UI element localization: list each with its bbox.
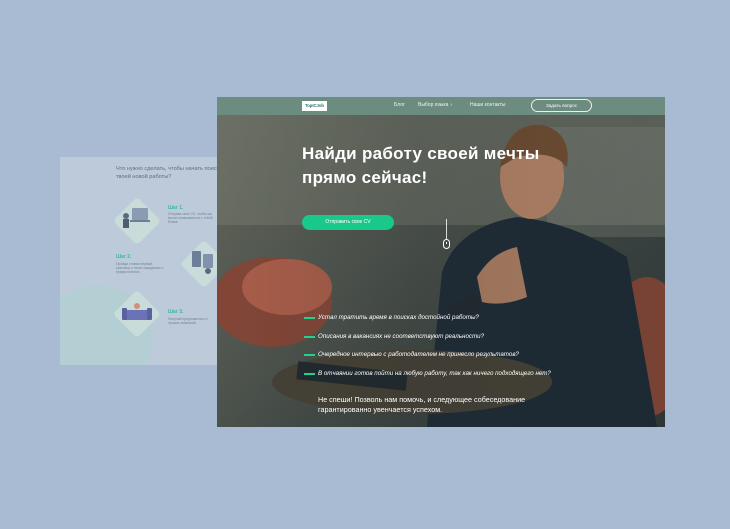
question-text: Описания в вакансиях не соответствуют ре… bbox=[318, 333, 485, 340]
nav-link-contacts[interactable]: Наши контакты bbox=[470, 102, 506, 108]
dash-icon bbox=[304, 336, 315, 338]
ask-question-button[interactable]: Задать вопрос bbox=[531, 99, 592, 112]
question-item: Очередное интервью с работодателем не пр… bbox=[304, 349, 586, 361]
nav-link-language[interactable]: Выбор языка › bbox=[418, 102, 452, 108]
reassurance-text: Не спеши! Позволь нам помочь, и следующе… bbox=[318, 395, 526, 414]
mouse-scroll-icon[interactable] bbox=[443, 239, 450, 249]
hero-title: Найди работу своей мечты прямо сейчас! bbox=[302, 144, 540, 187]
steps-title: Что нужно сделать, чтобы начать поиск тв… bbox=[116, 166, 219, 180]
step-2-text: Пройди с нами первый разговор о твоих ож… bbox=[116, 262, 164, 275]
step-3-text: Получай предложения от лучших компаний bbox=[168, 317, 208, 326]
sofa-illustration bbox=[122, 303, 152, 320]
nav-link-blog[interactable]: Блог bbox=[394, 102, 405, 108]
scroll-indicator-line bbox=[446, 219, 447, 239]
nav-link-language-label: Выбор языка bbox=[418, 102, 449, 108]
question-item: Устал тратить время в поисках достойной … bbox=[304, 312, 586, 324]
site-logo[interactable]: TopICJob bbox=[302, 101, 327, 111]
background-page: Что нужно сделать, чтобы начать поиск тв… bbox=[60, 157, 220, 365]
dash-icon bbox=[304, 317, 315, 319]
navbar: TopICJob Блог Выбор языка › Наши контакты… bbox=[217, 97, 665, 115]
question-text: В отчаянии готов пойти на любую работу, … bbox=[318, 370, 551, 377]
send-cv-button[interactable]: Отправить свое CV bbox=[302, 215, 394, 230]
hero-section: TopICJob Блог Выбор языка › Наши контакты… bbox=[217, 97, 665, 427]
question-text: Устал тратить время в поисках достойной … bbox=[318, 314, 479, 321]
laptop-person-illustration bbox=[123, 208, 150, 228]
question-item: Описания в вакансиях не соответствуют ре… bbox=[304, 331, 586, 343]
step-3-label: Шаг 3. bbox=[168, 309, 184, 315]
chevron-right-icon: › bbox=[450, 102, 453, 108]
step-1-label: Шаг 1. bbox=[168, 205, 184, 211]
dash-icon bbox=[304, 354, 315, 356]
dash-icon bbox=[304, 373, 315, 375]
phone-person-illustration bbox=[192, 251, 213, 274]
question-text: Очередное интервью с работодателем не пр… bbox=[318, 351, 519, 358]
question-item: В отчаянии готов пойти на любую работу, … bbox=[304, 368, 591, 380]
step-1-text: Отправь свое CV, чтобы мы могли ознакоми… bbox=[168, 212, 213, 225]
step-2-label: Шаг 2. bbox=[116, 254, 132, 260]
